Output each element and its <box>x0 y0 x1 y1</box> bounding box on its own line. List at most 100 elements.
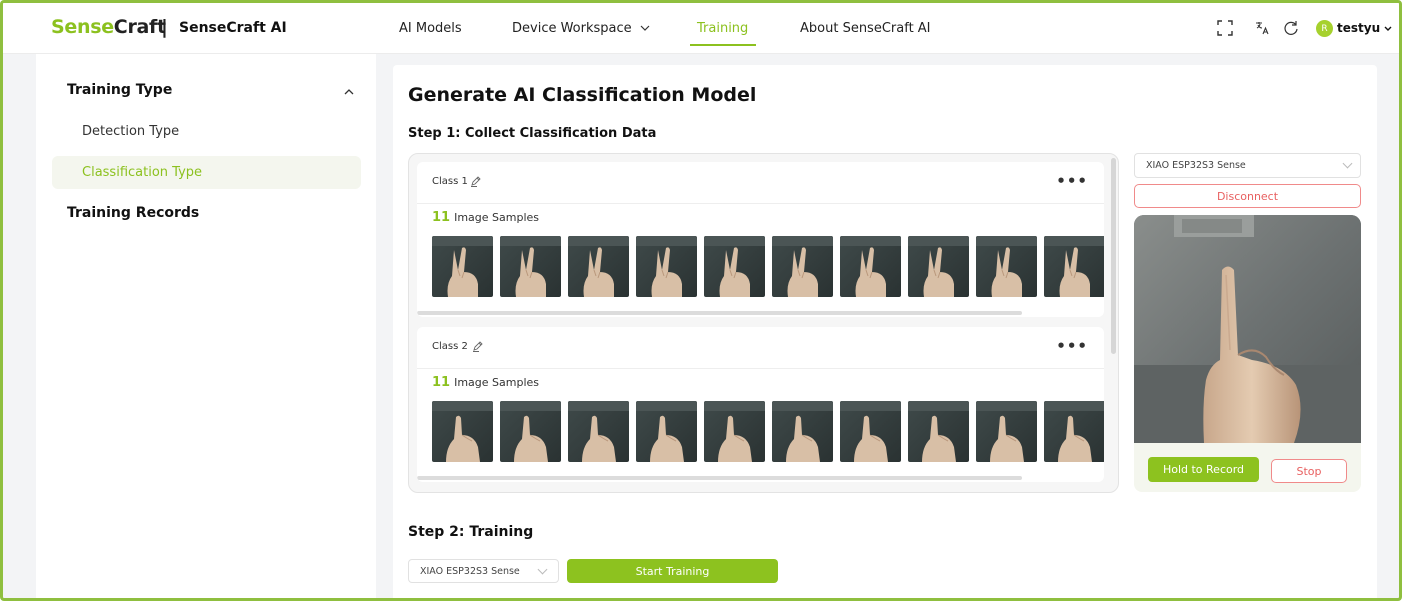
sample-thumbnail[interactable] <box>840 401 901 462</box>
sample-thumbnail[interactable] <box>500 236 561 297</box>
sample-thumbnail[interactable] <box>704 236 765 297</box>
class-card: Class 1 ••• 11 Image Samples <box>417 162 1104 317</box>
logo-sense: Sense <box>51 16 114 38</box>
hand-sample-image <box>908 401 969 462</box>
hand-sample-image <box>772 401 833 462</box>
hand-sample-image <box>704 401 765 462</box>
translate-icon[interactable] <box>1253 19 1271 37</box>
class-name[interactable]: Class 2 <box>432 341 468 352</box>
chevron-down-icon <box>640 25 650 31</box>
sample-thumbnail[interactable] <box>840 236 901 297</box>
nav-about[interactable]: About SenseCraft AI <box>800 21 931 36</box>
horizontal-scrollbar[interactable] <box>417 476 1022 480</box>
more-options-icon[interactable]: ••• <box>1056 337 1088 355</box>
sample-label: Image Samples <box>454 211 540 224</box>
hand-sample-image <box>568 236 629 297</box>
vertical-scrollbar[interactable] <box>1111 158 1116 354</box>
sidebar-section-title[interactable]: Training Type <box>67 82 172 98</box>
sample-thumbnail[interactable] <box>1044 236 1104 297</box>
hand-sample-image <box>976 236 1037 297</box>
nav-training[interactable]: Training <box>697 21 748 36</box>
step1-title: Step 1: Collect Classification Data <box>408 126 657 141</box>
sample-thumbnail[interactable] <box>432 401 493 462</box>
classes-list[interactable]: Class 1 ••• 11 Image Samples Class 2 •••… <box>408 153 1119 493</box>
logo-craft: Craft <box>113 16 166 38</box>
sample-thumbnails[interactable] <box>432 236 1104 298</box>
hand-sample-image <box>500 236 561 297</box>
hand-sample-image <box>432 401 493 462</box>
sample-count-row: 11 Image Samples <box>432 375 539 390</box>
sample-thumbnail[interactable] <box>636 236 697 297</box>
user-avatar[interactable]: R <box>1316 20 1333 37</box>
sample-label: Image Samples <box>454 376 540 389</box>
sample-thumbnail[interactable] <box>908 236 969 297</box>
sample-thumbnail[interactable] <box>500 401 561 462</box>
sidebar-item-training-records[interactable]: Training Records <box>67 205 199 221</box>
sidebar-item-label: Detection Type <box>82 124 180 139</box>
edit-icon[interactable] <box>470 175 482 187</box>
chevron-up-icon[interactable] <box>344 88 354 95</box>
product-name: SenseCraft AI <box>179 20 287 36</box>
sidebar: Training Type Detection Type Classificat… <box>36 54 376 598</box>
sample-count: 11 <box>432 210 451 225</box>
hand-sample-image <box>840 401 901 462</box>
start-training-button[interactable]: Start Training <box>567 559 778 583</box>
record-controls: Hold to Record Stop <box>1134 443 1361 492</box>
hand-sample-image <box>840 236 901 297</box>
chevron-down-icon <box>1384 26 1392 31</box>
sample-thumbnail[interactable] <box>772 236 833 297</box>
sample-thumbnail[interactable] <box>568 401 629 462</box>
hand-sample-image <box>568 401 629 462</box>
sample-thumbnail[interactable] <box>704 401 765 462</box>
fullscreen-icon[interactable] <box>1216 19 1234 37</box>
sample-thumbnail[interactable] <box>976 401 1037 462</box>
sidebar-item-detection[interactable]: Detection Type <box>52 115 361 148</box>
disconnect-button[interactable]: Disconnect <box>1134 184 1361 208</box>
edit-icon[interactable] <box>472 340 484 352</box>
class-header: Class 2 ••• <box>417 327 1104 369</box>
hand-sample-image <box>772 236 833 297</box>
hand-sample-image <box>636 236 697 297</box>
stop-button[interactable]: Stop <box>1271 459 1347 483</box>
user-menu[interactable]: testyu <box>1337 21 1392 35</box>
chevron-down-icon <box>1342 158 1353 169</box>
page-title: Generate AI Classification Model <box>408 84 757 106</box>
hand-sample-image <box>1044 401 1104 462</box>
training-device-select[interactable]: XIAO ESP32S3 Sense <box>408 559 559 583</box>
sidebar-item-label: Classification Type <box>82 165 203 180</box>
sample-thumbnail[interactable] <box>772 401 833 462</box>
nav-label: About SenseCraft AI <box>800 21 931 36</box>
sample-thumbnail[interactable] <box>636 401 697 462</box>
hold-to-record-button[interactable]: Hold to Record <box>1148 457 1259 482</box>
device-select[interactable]: XIAO ESP32S3 Sense <box>1134 153 1361 178</box>
refresh-icon[interactable] <box>1282 19 1300 37</box>
logo-separator: | <box>161 16 168 38</box>
hand-sample-image <box>704 236 765 297</box>
sample-thumbnail[interactable] <box>908 401 969 462</box>
sample-thumbnail[interactable] <box>432 236 493 297</box>
horizontal-scrollbar[interactable] <box>417 311 1022 315</box>
sample-thumbnails[interactable] <box>432 401 1104 463</box>
user-name: testyu <box>1337 21 1381 35</box>
sample-thumbnail[interactable] <box>1044 401 1104 462</box>
sample-thumbnail[interactable] <box>976 236 1037 297</box>
hand-sample-image <box>432 236 493 297</box>
more-options-icon[interactable]: ••• <box>1056 172 1088 190</box>
device-select-value: XIAO ESP32S3 Sense <box>1146 160 1246 171</box>
app-frame: SenseCraft | SenseCraft AI AI Models Dev… <box>0 0 1402 601</box>
sample-thumbnail[interactable] <box>568 236 629 297</box>
camera-feed-image <box>1134 215 1361 443</box>
sidebar-item-classification[interactable]: Classification Type <box>52 156 361 189</box>
sample-count-row: 11 Image Samples <box>432 210 539 225</box>
hand-sample-image <box>976 401 1037 462</box>
nav-device-workspace[interactable]: Device Workspace <box>512 21 650 36</box>
logo[interactable]: SenseCraft <box>51 16 166 38</box>
chevron-down-icon <box>537 564 548 575</box>
class-card: Class 2 ••• 11 Image Samples <box>417 327 1104 482</box>
nav-label: Device Workspace <box>512 21 632 36</box>
class-name[interactable]: Class 1 <box>432 176 468 187</box>
sample-count: 11 <box>432 375 451 390</box>
nav-ai-models[interactable]: AI Models <box>399 21 462 36</box>
nav-active-indicator <box>690 44 756 46</box>
hand-sample-image <box>636 401 697 462</box>
